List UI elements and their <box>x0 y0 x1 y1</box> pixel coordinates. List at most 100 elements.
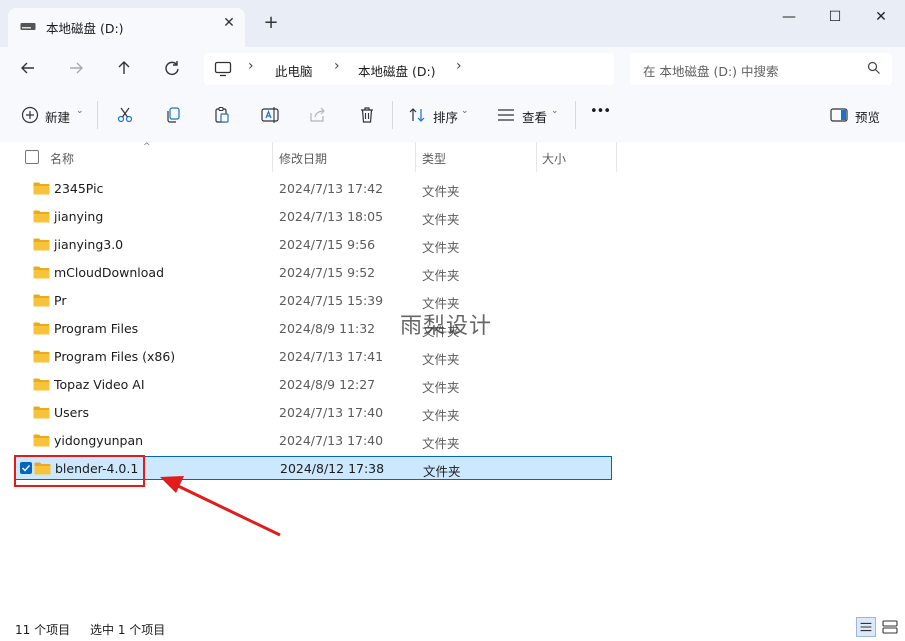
tab-close-icon[interactable]: ✕ <box>221 15 237 31</box>
column-divider[interactable] <box>616 142 617 172</box>
tiles-view-icon[interactable] <box>880 617 900 637</box>
file-type: 文件夹 <box>422 436 460 451</box>
column-divider[interactable] <box>536 142 537 172</box>
minimize-button[interactable]: — <box>779 7 799 27</box>
file-date: 2024/7/13 18:05 <box>279 209 384 224</box>
file-name: jianying <box>54 209 104 224</box>
more-options-icon[interactable]: ••• <box>590 104 611 119</box>
forward-arrow-icon[interactable] <box>63 56 89 80</box>
folder-icon <box>33 210 50 223</box>
chevron-down-icon[interactable]: ⌄ <box>551 106 559 116</box>
new-plus-icon[interactable] <box>20 105 40 125</box>
chevron-down-icon[interactable]: ⌄ <box>76 106 84 116</box>
column-name[interactable]: 名称 <box>50 150 74 167</box>
item-count: 11 个项目 <box>15 623 71 637</box>
chevron-down-icon[interactable]: ⌄ <box>461 106 469 116</box>
file-name: mCloudDownload <box>54 265 165 280</box>
file-type: 文件夹 <box>422 352 460 367</box>
file-row[interactable]: jianying 2024/7/13 18:05 文件夹 <box>14 203 612 230</box>
file-row[interactable]: Topaz Video AI 2024/8/9 12:27 文件夹 <box>14 371 612 398</box>
file-row[interactable]: Program Files 2024/8/9 11:32 文件夹 <box>14 315 612 342</box>
watermark-text: 雨梨设计 <box>400 314 493 339</box>
file-row[interactable]: mCloudDownload 2024/7/15 9:52 文件夹 <box>14 259 612 286</box>
column-type[interactable]: 类型 <box>422 150 446 167</box>
new-tab-button[interactable]: + <box>262 14 280 32</box>
column-divider[interactable] <box>272 142 273 172</box>
file-name: yidongyunpan <box>54 433 144 448</box>
cut-icon[interactable] <box>115 105 135 125</box>
refresh-icon[interactable] <box>159 56 185 80</box>
rename-icon[interactable] <box>260 105 280 125</box>
file-name: 2345Pic <box>54 181 104 196</box>
navigation-bar: › 此电脑 › 本地磁盘 (D:) › 在 本地磁盘 (D:) 中搜索 <box>0 47 905 89</box>
annotation-highlight-box <box>14 455 145 487</box>
view-icon[interactable] <box>496 105 516 125</box>
select-all-checkbox[interactable] <box>25 150 39 164</box>
file-date: 2024/7/13 17:42 <box>279 181 384 196</box>
details-view-icon[interactable] <box>856 617 876 637</box>
preview-button-label[interactable]: 预览 <box>855 107 880 126</box>
file-date: 2024/7/13 17:41 <box>279 349 384 364</box>
folder-icon <box>33 350 50 363</box>
tab-local-disk-d[interactable]: 本地磁盘 (D:) ✕ <box>8 8 245 47</box>
file-name: Topaz Video AI <box>54 377 145 392</box>
annotation-arrow <box>160 476 281 537</box>
folder-icon <box>33 378 50 391</box>
back-arrow-icon[interactable] <box>15 56 41 80</box>
selection-count: 选中 1 个项目 <box>90 623 166 637</box>
file-row[interactable]: yidongyunpan 2024/7/13 17:40 文件夹 <box>14 427 612 454</box>
toolbar-divider <box>575 101 576 129</box>
file-name: Users <box>54 405 90 420</box>
maximize-button[interactable]: ☐ <box>825 7 845 27</box>
command-bar: 新建 ⌄ 排序 ⌄ 查看 ⌄ ••• 预览 <box>0 89 905 143</box>
new-button-label[interactable]: 新建 <box>45 107 70 126</box>
file-type: 文件夹 <box>422 380 460 395</box>
preview-pane-icon[interactable] <box>829 105 849 125</box>
file-name: Program Files <box>54 321 139 336</box>
sort-button-label[interactable]: 排序 <box>433 107 458 126</box>
file-date: 2024/8/9 12:27 <box>279 377 376 392</box>
paste-icon[interactable] <box>212 105 232 125</box>
column-divider[interactable] <box>415 142 416 172</box>
chevron-right-icon[interactable]: › <box>456 58 462 74</box>
file-row[interactable]: Pr 2024/7/15 15:39 文件夹 <box>14 287 612 314</box>
file-name: Pr <box>54 293 67 308</box>
folder-icon <box>33 322 50 335</box>
file-date: 2024/8/12 17:38 <box>280 461 385 476</box>
chevron-right-icon[interactable]: › <box>248 58 254 74</box>
file-row[interactable]: jianying3.0 2024/7/15 9:56 文件夹 <box>14 231 612 258</box>
search-box[interactable]: 在 本地磁盘 (D:) 中搜索 <box>630 53 892 85</box>
copy-icon[interactable] <box>163 105 183 125</box>
column-header: ^ 名称 修改日期 类型 大小 <box>0 142 905 172</box>
close-window-button[interactable]: ✕ <box>871 7 891 27</box>
folder-icon <box>33 434 50 447</box>
folder-icon <box>33 266 50 279</box>
file-date: 2024/7/13 17:40 <box>279 405 384 420</box>
file-type: 文件夹 <box>422 212 460 227</box>
view-button-label[interactable]: 查看 <box>522 107 547 126</box>
file-row[interactable]: 2345Pic 2024/7/13 17:42 文件夹 <box>14 175 612 202</box>
file-row[interactable]: Users 2024/7/13 17:40 文件夹 <box>14 399 612 426</box>
toolbar-divider <box>392 101 393 129</box>
breadcrumb-local-disk-d[interactable]: 本地磁盘 (D:) <box>358 61 436 80</box>
tab-title: 本地磁盘 (D:) <box>46 21 124 36</box>
computer-icon <box>214 61 232 77</box>
file-name: jianying3.0 <box>54 237 124 252</box>
file-row[interactable]: Program Files (x86) 2024/7/13 17:41 文件夹 <box>14 343 612 370</box>
chevron-right-icon[interactable]: › <box>334 58 340 74</box>
file-date: 2024/7/15 15:39 <box>279 293 384 308</box>
share-icon[interactable] <box>308 105 328 125</box>
folder-icon <box>33 182 50 195</box>
column-size[interactable]: 大小 <box>542 150 566 167</box>
up-arrow-icon[interactable] <box>111 56 137 80</box>
address-bar[interactable]: › 此电脑 › 本地磁盘 (D:) › <box>204 53 614 85</box>
file-date: 2024/7/15 9:56 <box>279 237 376 252</box>
breadcrumb-this-pc[interactable]: 此电脑 <box>275 61 313 80</box>
folder-icon <box>33 406 50 419</box>
file-date: 2024/7/13 17:40 <box>279 433 384 448</box>
sort-icon[interactable] <box>407 105 427 125</box>
delete-icon[interactable] <box>357 105 377 125</box>
file-type: 文件夹 <box>423 464 461 479</box>
file-name: Program Files (x86) <box>54 349 176 364</box>
column-date-modified[interactable]: 修改日期 <box>279 150 327 167</box>
